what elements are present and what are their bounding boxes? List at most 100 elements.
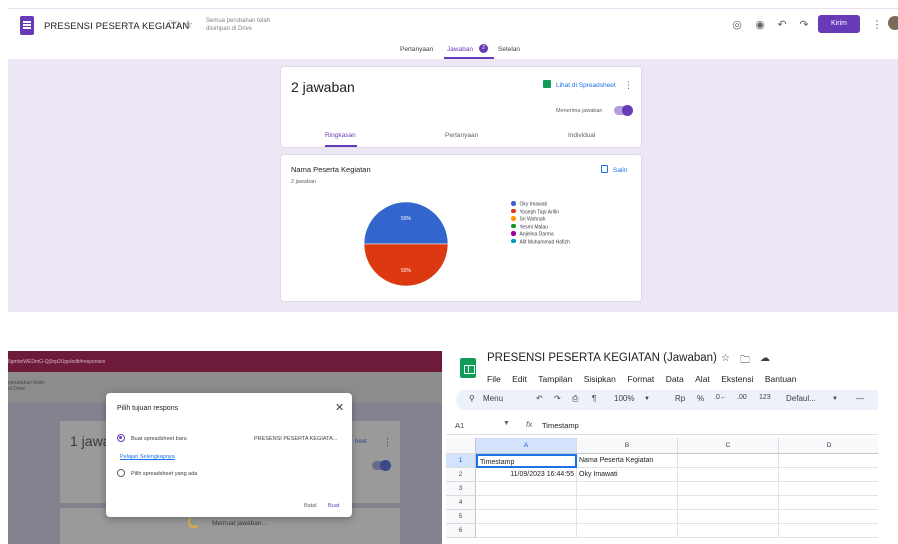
create-button[interactable]: Buat (328, 503, 339, 509)
more-formats[interactable]: 123 (759, 394, 771, 401)
menu-view[interactable]: Tampilan (538, 374, 572, 384)
menu-format[interactable]: Format (627, 374, 654, 384)
cell-c3[interactable] (678, 482, 779, 496)
palette-icon[interactable]: ◎ (730, 18, 744, 32)
row-header-6[interactable]: 6 (446, 524, 476, 538)
pie-slice-1[interactable] (363, 243, 449, 287)
cell-b1[interactable]: Nama Peserta Kegiatan (577, 454, 678, 468)
cell-b3[interactable] (577, 482, 678, 496)
column-header-a[interactable]: A (476, 438, 577, 454)
cell-c4[interactable] (678, 496, 779, 510)
column-header-c[interactable]: C (678, 438, 779, 454)
cell-c6[interactable] (678, 524, 779, 538)
star-icon[interactable]: ☆ (721, 353, 730, 364)
cell-d1[interactable] (779, 454, 878, 468)
option-new-spreadsheet-label[interactable]: Buat spreadsheet baru (131, 436, 187, 442)
menu-edit[interactable]: Edit (512, 374, 527, 384)
avatar[interactable] (888, 16, 898, 30)
view-in-sheets-link[interactable]: Lihat di Spreadsheet (543, 80, 616, 89)
legend-item-3[interactable]: Yesmi Malau (511, 223, 570, 232)
cell-d2[interactable] (779, 468, 878, 482)
forms-logo-icon[interactable] (20, 16, 34, 35)
row-header-1[interactable]: 1 (446, 454, 476, 468)
cell-b2[interactable]: Oky Imawati (577, 468, 678, 482)
legend-item-5[interactable]: Alif Muhammad Hafizh (511, 238, 570, 247)
chevron-down-icon[interactable]: ▼ (832, 396, 838, 402)
cell-a6[interactable] (476, 524, 577, 538)
subtab-question[interactable]: Pertanyaan (445, 132, 478, 139)
cell-a1[interactable]: Timestamp (476, 454, 577, 468)
select-all-corner[interactable] (446, 438, 476, 454)
new-spreadsheet-name[interactable]: PRESENSI PESERTA KEGIATA... (254, 436, 337, 442)
menu-insert[interactable]: Sisipkan (584, 374, 616, 384)
more-vert-icon[interactable]: ⋮ (624, 80, 633, 91)
pie-slice-0[interactable] (363, 201, 449, 245)
formula-input[interactable]: Timestamp (542, 421, 579, 430)
chevron-down-icon[interactable]: ▼ (503, 420, 510, 427)
font-select[interactable]: Defaul... (786, 394, 816, 403)
menu-extensions[interactable]: Ekstensi (721, 374, 753, 384)
cell-a3[interactable] (476, 482, 577, 496)
search-icon[interactable]: ⚲ (469, 394, 475, 403)
paint-format-icon[interactable]: ¶ (592, 394, 596, 403)
legend-item-0[interactable]: Oky Imawati (511, 201, 570, 209)
column-header-d[interactable]: D (779, 438, 878, 454)
tab-responses[interactable]: Jawaban (447, 46, 473, 53)
menu-search-label[interactable]: Menu (483, 394, 503, 403)
menu-data[interactable]: Data (666, 374, 684, 384)
decrease-font-size[interactable]: — (856, 394, 864, 403)
cell-a5[interactable] (476, 510, 577, 524)
radio-new-spreadsheet[interactable] (117, 434, 125, 442)
column-header-b[interactable]: B (577, 438, 678, 454)
print-icon[interactable]: ⎙ (572, 394, 578, 404)
cloud-status-icon[interactable]: ☁ (760, 353, 770, 364)
cell-c2[interactable] (678, 468, 779, 482)
accepting-responses-toggle[interactable] (614, 105, 633, 116)
cell-b6[interactable] (577, 524, 678, 538)
redo-icon[interactable]: ↷ (554, 394, 561, 403)
increase-decimal[interactable]: .00 (737, 394, 747, 401)
subtab-summary[interactable]: Ringkasan (325, 132, 356, 139)
name-box[interactable]: A1 (455, 421, 464, 430)
decrease-decimal[interactable]: .0← (714, 394, 727, 401)
undo-icon[interactable]: ↶ (775, 18, 789, 32)
cell-b5[interactable] (577, 510, 678, 524)
chevron-down-icon[interactable]: ▼ (644, 396, 650, 402)
cell-c1[interactable] (678, 454, 779, 468)
menu-help[interactable]: Bantuan (765, 374, 797, 384)
tab-questions[interactable]: Pertanyaan (400, 46, 433, 53)
preview-eye-icon[interactable]: ◉ (753, 18, 767, 32)
send-button[interactable]: Kirim (818, 15, 860, 33)
format-currency[interactable]: Rp (675, 394, 685, 403)
legend-item-4[interactable]: Anjelina Darma (511, 231, 570, 239)
more-vert-icon[interactable]: ⋮ (870, 18, 884, 32)
url-text[interactable]: 6gmbnWEDmG-Qj3np2Upp/edit#responses (8, 359, 105, 365)
row-header-4[interactable]: 4 (446, 496, 476, 510)
spreadsheet-title[interactable]: PRESENSI PESERTA KEGIATAN (Jawaban) (487, 352, 717, 364)
radio-existing-spreadsheet[interactable] (117, 469, 125, 477)
move-folder-icon[interactable]: 🗀 (740, 353, 750, 370)
cell-d5[interactable] (779, 510, 878, 524)
legend-item-1[interactable]: Yoseph Tapi Arifin (511, 208, 570, 217)
sheets-logo-icon[interactable] (460, 358, 476, 378)
menu-file[interactable]: File (487, 374, 501, 384)
copy-chart-button[interactable]: Salin (601, 165, 627, 174)
option-existing-spreadsheet-label[interactable]: Pilih spreadsheet yang ada (131, 471, 197, 477)
cell-d4[interactable] (779, 496, 878, 510)
row-header-5[interactable]: 5 (446, 510, 476, 524)
folder-icon[interactable]: 🗀 (168, 19, 180, 31)
cancel-button[interactable]: Batal (304, 503, 317, 509)
close-icon[interactable]: ✕ (335, 401, 344, 414)
tab-settings[interactable]: Setelan (498, 46, 520, 53)
format-percent[interactable]: % (697, 394, 704, 403)
star-icon[interactable]: ☆ (182, 19, 194, 31)
row-header-3[interactable]: 3 (446, 482, 476, 496)
cell-c5[interactable] (678, 510, 779, 524)
menu-tools[interactable]: Alat (695, 374, 710, 384)
row-header-2[interactable]: 2 (446, 468, 476, 482)
subtab-individual[interactable]: Individual (568, 132, 595, 139)
zoom-select[interactable]: 100% (614, 394, 634, 403)
learn-more-link[interactable]: Pelajari Selengkapnya (120, 454, 175, 460)
cell-a4[interactable] (476, 496, 577, 510)
cell-a2[interactable]: 11/09/2023 16:44:55 (476, 468, 577, 482)
